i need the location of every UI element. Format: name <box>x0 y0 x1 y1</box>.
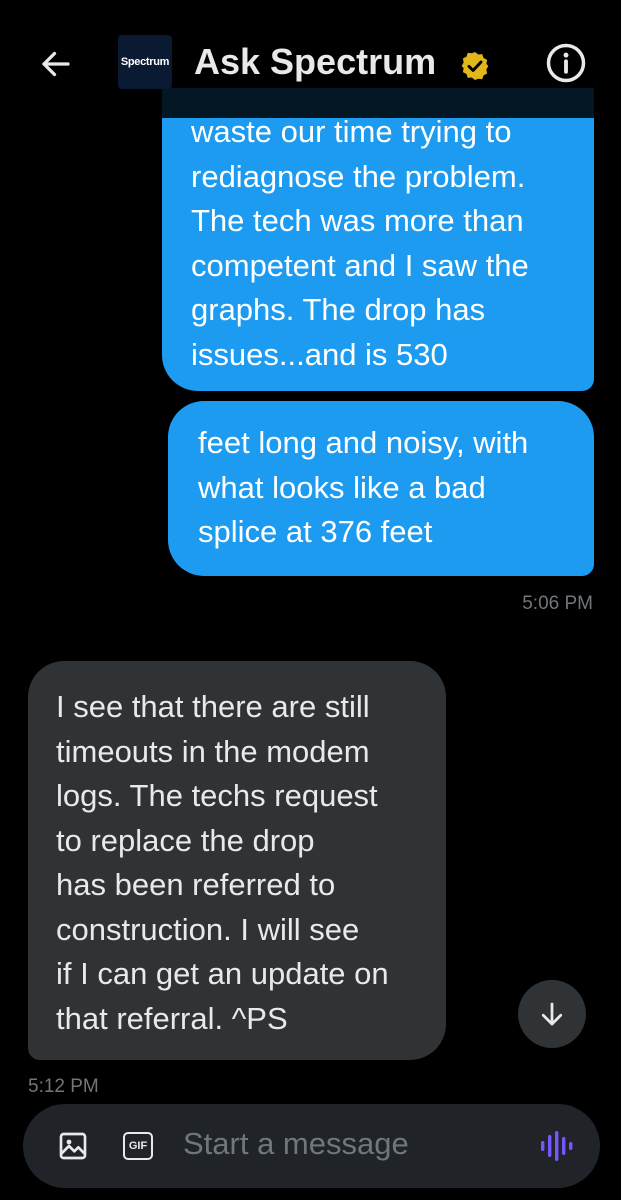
conversation-title[interactable]: Ask Spectrum <box>194 41 436 83</box>
verified-badge-icon <box>461 52 489 80</box>
arrow-left-icon <box>42 51 70 77</box>
avatar-logo-text: Spectrum <box>120 56 170 68</box>
avatar[interactable]: Spectrum <box>118 35 172 89</box>
message-timestamp: 5:06 PM <box>522 593 593 614</box>
back-button[interactable] <box>36 44 76 84</box>
outgoing-message-bubble[interactable]: waste our time trying to rediagnose the … <box>162 88 594 391</box>
info-icon[interactable] <box>545 42 587 84</box>
incoming-message-bubble[interactable]: I see that there are still timeouts in t… <box>28 661 446 1060</box>
message-input[interactable]: Start a message <box>183 1126 409 1162</box>
scroll-to-bottom-button[interactable] <box>518 980 586 1048</box>
gif-button[interactable]: GIF <box>123 1132 153 1160</box>
gif-label: GIF <box>128 1140 148 1152</box>
outgoing-message-bubble[interactable]: feet long and noisy, with what looks lik… <box>168 401 594 576</box>
conversation-thread: waste our time trying to rediagnose the … <box>0 0 621 1200</box>
message-composer: GIF Start a message <box>23 1104 600 1188</box>
voice-message-icon[interactable] <box>538 1128 574 1164</box>
arrow-down-icon <box>541 1002 563 1026</box>
conversation-header: Spectrum Ask Spectrum <box>0 0 621 118</box>
image-icon[interactable] <box>57 1130 89 1162</box>
